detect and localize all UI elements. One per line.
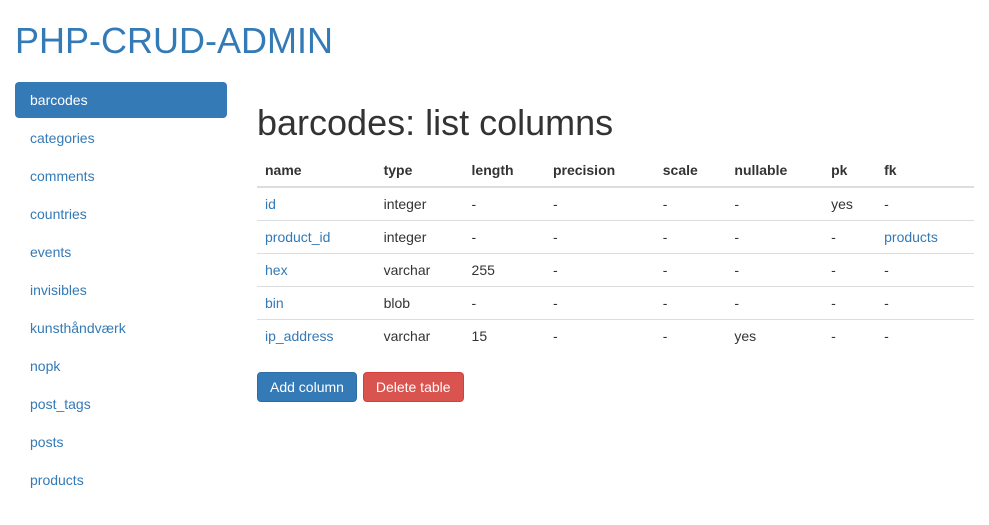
cell-precision: - — [545, 187, 655, 221]
cell-scale: - — [655, 320, 727, 353]
fk-link[interactable]: products — [884, 229, 938, 245]
sidebar-item-link[interactable]: nopk — [15, 348, 227, 384]
cell-pk: - — [823, 221, 876, 254]
cell-type: integer — [376, 187, 464, 221]
table-header-nullable: nullable — [726, 154, 823, 187]
sidebar-item-barcodes[interactable]: barcodes — [15, 82, 227, 118]
header: PHP-CRUD-ADMIN — [15, 0, 974, 72]
sidebar-item-countries[interactable]: countries — [15, 196, 227, 232]
column-name-link[interactable]: ip_address — [265, 328, 334, 344]
cell-pk: yes — [823, 187, 876, 221]
cell-pk: - — [823, 254, 876, 287]
table-header-length: length — [464, 154, 545, 187]
table-row: ip_addressvarchar15--yes-- — [257, 320, 974, 353]
delete-table-button[interactable]: Delete table — [363, 372, 464, 402]
sidebar-item-link[interactable]: events — [15, 234, 227, 270]
cell-scale: - — [655, 221, 727, 254]
table-row: binblob------ — [257, 287, 974, 320]
cell-nullable: yes — [726, 320, 823, 353]
cell-scale: - — [655, 187, 727, 221]
table-row: product_idinteger-----products — [257, 221, 974, 254]
sidebar-item-link[interactable]: kunsthåndværk — [15, 310, 227, 346]
cell-nullable: - — [726, 187, 823, 221]
action-buttons: Add column Delete table — [257, 372, 974, 402]
cell-fk: - — [876, 287, 974, 320]
cell-nullable: - — [726, 221, 823, 254]
table-header-scale: scale — [655, 154, 727, 187]
columns-table: nametypelengthprecisionscalenullablepkfk… — [257, 154, 974, 352]
cell-scale: - — [655, 254, 727, 287]
cell-type: varchar — [376, 254, 464, 287]
add-column-button[interactable]: Add column — [257, 372, 357, 402]
sidebar-nav: barcodescategoriescommentscountriesevent… — [15, 82, 227, 498]
sidebar-item-link[interactable]: posts — [15, 424, 227, 460]
app-title[interactable]: PHP-CRUD-ADMIN — [15, 20, 974, 62]
sidebar-item-categories[interactable]: categories — [15, 120, 227, 156]
cell-name: bin — [257, 287, 376, 320]
cell-precision: - — [545, 254, 655, 287]
sidebar-item-events[interactable]: events — [15, 234, 227, 270]
table-header-precision: precision — [545, 154, 655, 187]
sidebar-item-posts[interactable]: posts — [15, 424, 227, 460]
sidebar-item-link[interactable]: categories — [15, 120, 227, 156]
sidebar-item-link[interactable]: barcodes — [15, 82, 227, 118]
sidebar-item-nopk[interactable]: nopk — [15, 348, 227, 384]
cell-name: ip_address — [257, 320, 376, 353]
sidebar-item-link[interactable]: invisibles — [15, 272, 227, 308]
cell-pk: - — [823, 287, 876, 320]
cell-length: - — [464, 287, 545, 320]
table-row: idinteger----yes- — [257, 187, 974, 221]
table-header-pk: pk — [823, 154, 876, 187]
cell-precision: - — [545, 287, 655, 320]
cell-pk: - — [823, 320, 876, 353]
table-row: hexvarchar255----- — [257, 254, 974, 287]
content: barcodes: list columns nametypelengthpre… — [257, 82, 974, 500]
main-container: barcodescategoriescommentscountriesevent… — [15, 72, 974, 500]
table-header-type: type — [376, 154, 464, 187]
cell-nullable: - — [726, 287, 823, 320]
cell-fk: - — [876, 254, 974, 287]
table-header-name: name — [257, 154, 376, 187]
sidebar-item-link[interactable]: countries — [15, 196, 227, 232]
cell-name: hex — [257, 254, 376, 287]
sidebar-item-invisibles[interactable]: invisibles — [15, 272, 227, 308]
cell-type: blob — [376, 287, 464, 320]
table-header-fk: fk — [876, 154, 974, 187]
sidebar-item-comments[interactable]: comments — [15, 158, 227, 194]
table-body: idinteger----yes-product_idinteger-----p… — [257, 187, 974, 352]
cell-fk: - — [876, 320, 974, 353]
column-name-link[interactable]: product_id — [265, 229, 330, 245]
cell-length: - — [464, 221, 545, 254]
column-name-link[interactable]: bin — [265, 295, 284, 311]
table-header-row: nametypelengthprecisionscalenullablepkfk — [257, 154, 974, 187]
cell-type: integer — [376, 221, 464, 254]
cell-precision: - — [545, 221, 655, 254]
cell-type: varchar — [376, 320, 464, 353]
sidebar-item-link[interactable]: post_tags — [15, 386, 227, 422]
column-name-link[interactable]: id — [265, 196, 276, 212]
sidebar: barcodescategoriescommentscountriesevent… — [15, 82, 227, 500]
column-name-link[interactable]: hex — [265, 262, 288, 278]
cell-name: product_id — [257, 221, 376, 254]
app-title-link[interactable]: PHP-CRUD-ADMIN — [15, 20, 333, 61]
sidebar-item-products[interactable]: products — [15, 462, 227, 498]
cell-length: 255 — [464, 254, 545, 287]
sidebar-item-link[interactable]: comments — [15, 158, 227, 194]
cell-scale: - — [655, 287, 727, 320]
sidebar-item-link[interactable]: products — [15, 462, 227, 498]
cell-length: 15 — [464, 320, 545, 353]
cell-nullable: - — [726, 254, 823, 287]
cell-fk: products — [876, 221, 974, 254]
cell-length: - — [464, 187, 545, 221]
page-title: barcodes: list columns — [257, 102, 974, 144]
sidebar-item-posttags[interactable]: post_tags — [15, 386, 227, 422]
sidebar-item-kunsthndvrk[interactable]: kunsthåndværk — [15, 310, 227, 346]
cell-name: id — [257, 187, 376, 221]
cell-precision: - — [545, 320, 655, 353]
cell-fk: - — [876, 187, 974, 221]
